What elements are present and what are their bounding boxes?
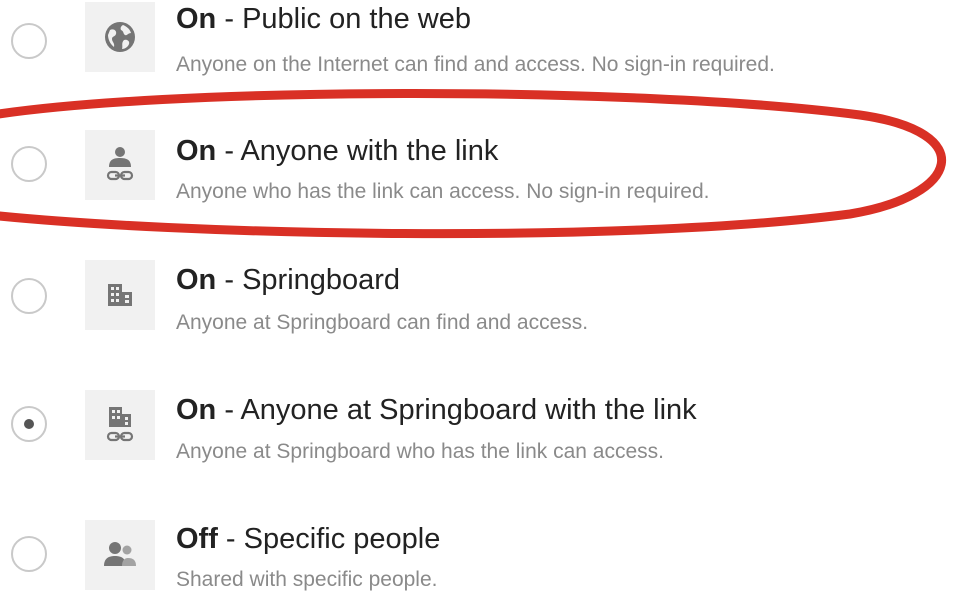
- option-springboard[interactable]: On - Springboard Anyone at Springboard c…: [0, 260, 957, 350]
- option-specific-people[interactable]: Off - Specific people Shared with specif…: [0, 520, 957, 610]
- radio-specific-people[interactable]: [11, 536, 47, 572]
- person-link-icon: [85, 130, 155, 200]
- radio-public-on-the-web[interactable]: [11, 23, 47, 59]
- radio-springboard[interactable]: [11, 278, 47, 314]
- people-icon: [85, 520, 155, 590]
- option-description: Shared with specific people.: [176, 568, 438, 591]
- radio-anyone-at-springboard-with-the-link[interactable]: [11, 406, 47, 442]
- globe-icon: [85, 2, 155, 72]
- option-description: Anyone at Springboard can find and acces…: [176, 311, 589, 334]
- option-public-on-the-web[interactable]: On - Public on the web Anyone on the Int…: [0, 0, 957, 90]
- option-anyone-with-the-link[interactable]: On - Anyone with the link Anyone who has…: [0, 130, 957, 220]
- option-title: On - Public on the web: [176, 3, 471, 35]
- building-icon: [85, 260, 155, 330]
- building-link-icon: [85, 390, 155, 460]
- option-title: On - Anyone at Springboard with the link: [176, 394, 697, 426]
- radio-anyone-with-the-link[interactable]: [11, 146, 47, 182]
- option-title: On - Springboard: [176, 264, 401, 296]
- option-description: Anyone who has the link can access. No s…: [176, 180, 710, 203]
- option-description: Anyone on the Internet can find and acce…: [176, 53, 775, 76]
- option-title: Off - Specific people: [176, 523, 441, 555]
- option-title: On - Anyone with the link: [176, 135, 499, 167]
- link-sharing-options: On - Public on the web Anyone on the Int…: [0, 0, 957, 594]
- option-anyone-at-springboard-with-the-link[interactable]: On - Anyone at Springboard with the link…: [0, 390, 957, 482]
- option-description: Anyone at Springboard who has the link c…: [176, 440, 664, 463]
